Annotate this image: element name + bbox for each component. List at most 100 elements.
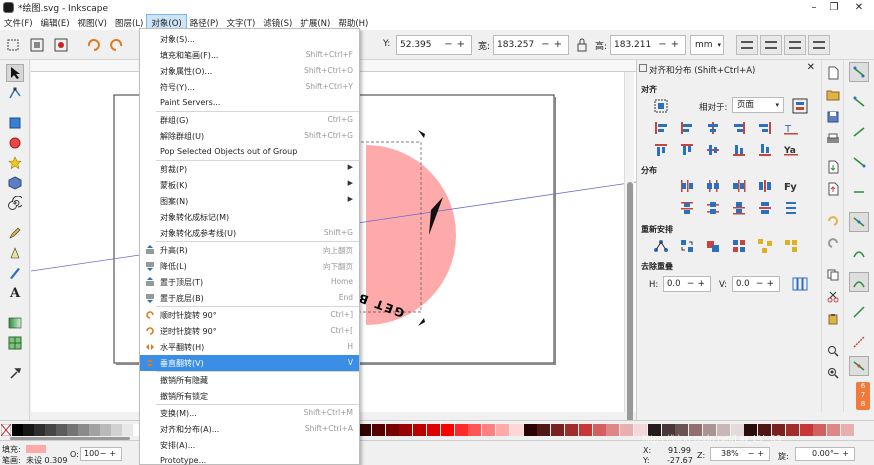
open-document-icon[interactable] bbox=[826, 88, 840, 102]
palette-swatch[interactable] bbox=[482, 424, 496, 436]
menu-view[interactable]: 视图(V) bbox=[74, 15, 111, 30]
redo-icon[interactable] bbox=[826, 236, 840, 250]
object-menu-item[interactable]: 垂直翻转(V) V bbox=[140, 355, 359, 371]
palette-swatch[interactable] bbox=[12, 424, 23, 436]
scale-stroke-button[interactable] bbox=[736, 35, 758, 55]
undo-icon[interactable] bbox=[826, 214, 840, 228]
scale-corners-button[interactable] bbox=[760, 35, 782, 55]
palette-swatch[interactable] bbox=[785, 424, 799, 436]
rearrange-graph-icon[interactable] bbox=[653, 238, 669, 254]
unclump-icon[interactable] bbox=[783, 238, 799, 254]
object-menu-item[interactable]: 顺时针旋转 90° Ctrl+] bbox=[140, 307, 359, 323]
exchange-clockwise-icon[interactable] bbox=[731, 238, 747, 254]
snap-smooth-icon[interactable] bbox=[849, 332, 869, 352]
selector-tool-icon[interactable] bbox=[6, 64, 24, 82]
node-tool-icon[interactable] bbox=[6, 84, 24, 102]
palette-swatch[interactable] bbox=[523, 424, 537, 436]
no-paint-swatch-icon[interactable] bbox=[0, 423, 12, 437]
palette-swatch[interactable] bbox=[67, 424, 78, 436]
unit-select[interactable]: mm ▾ bbox=[690, 35, 724, 55]
palette-swatch[interactable] bbox=[56, 424, 67, 436]
palette-swatch[interactable] bbox=[565, 424, 578, 436]
object-menu-item[interactable]: 变换(M)... Shift+Ctrl+M bbox=[140, 405, 359, 421]
distribute-left-icon[interactable] bbox=[679, 178, 695, 194]
print-icon[interactable] bbox=[826, 132, 840, 146]
distribute-text-v-icon[interactable] bbox=[783, 200, 799, 216]
distribute-bottom-icon[interactable] bbox=[731, 200, 747, 216]
object-menu-item[interactable]: 对象(S)... bbox=[140, 31, 359, 47]
vertical-scrollbar[interactable] bbox=[624, 72, 634, 422]
snap-cusp-icon[interactable] bbox=[849, 302, 869, 322]
snap-midpoint-icon[interactable] bbox=[849, 356, 869, 376]
save-icon[interactable] bbox=[826, 110, 840, 124]
align-bottom-to-top-icon[interactable] bbox=[653, 142, 669, 158]
palette-swatch[interactable] bbox=[78, 424, 89, 436]
fill-swatch[interactable] bbox=[26, 445, 46, 453]
object-menu-item[interactable]: 逆时针旋转 90° Ctrl+[ bbox=[140, 323, 359, 339]
object-menu-item[interactable]: 升高(R) 向上翻页 bbox=[140, 242, 359, 258]
palette-swatch[interactable] bbox=[399, 424, 413, 436]
snap-intersection-icon[interactable] bbox=[849, 272, 869, 292]
object-menu-item[interactable]: 群组(G) Ctrl+G bbox=[140, 112, 359, 128]
palette-swatch[interactable] bbox=[413, 424, 427, 436]
align-baseline-icon[interactable]: Ya bbox=[783, 142, 799, 158]
object-menu-item[interactable]: 安排(A)... bbox=[140, 437, 359, 453]
snap-bbox-edge-icon[interactable] bbox=[849, 122, 869, 142]
snap-nodes-icon[interactable] bbox=[849, 212, 869, 232]
palette-swatch[interactable] bbox=[468, 424, 482, 436]
object-menu-item[interactable]: 蒙板(K) ▶ bbox=[140, 177, 359, 193]
close-button[interactable]: ✕ bbox=[839, 0, 874, 15]
dropper-tool-icon[interactable] bbox=[6, 364, 24, 382]
snap-path-icon[interactable] bbox=[849, 242, 869, 262]
deselect-icon[interactable] bbox=[52, 36, 70, 54]
distribute-gaps-h-icon[interactable] bbox=[757, 178, 773, 194]
object-menu-item[interactable]: 对齐和分布(A)... Shift+Ctrl+A bbox=[140, 421, 359, 437]
panel-close-icon[interactable]: ✕ bbox=[807, 62, 815, 73]
object-menu-item[interactable]: 置于底层(B) End bbox=[140, 290, 359, 306]
object-menu-item[interactable]: 解除群组(U) Shift+Ctrl+G bbox=[140, 128, 359, 144]
palette-swatch[interactable] bbox=[606, 424, 620, 436]
palette-swatch[interactable] bbox=[23, 424, 34, 436]
h-gap-input[interactable]: 0.0 −+ bbox=[663, 276, 711, 292]
new-document-icon[interactable] bbox=[826, 66, 840, 80]
spiral-tool-icon[interactable] bbox=[6, 194, 24, 212]
align-center-v-icon[interactable] bbox=[705, 142, 721, 158]
pencil-tool-icon[interactable] bbox=[6, 224, 24, 242]
object-menu-item[interactable]: 对象转化成参考线(U) Shift+G bbox=[140, 225, 359, 241]
palette-swatch[interactable] bbox=[440, 424, 454, 436]
object-menu-item[interactable]: 水平翻转(H) H bbox=[140, 339, 359, 355]
object-menu-item[interactable]: 降低(L) 向下翻页 bbox=[140, 258, 359, 274]
palette-swatch[interactable] bbox=[496, 424, 509, 436]
distribute-right-icon[interactable] bbox=[731, 178, 747, 194]
opacity-input[interactable]: 100 −+ bbox=[80, 447, 122, 461]
align-top-to-bottom-icon[interactable] bbox=[757, 142, 773, 158]
rotation-stepper-icon[interactable]: −+ bbox=[833, 448, 852, 460]
rectangle-tool-icon[interactable] bbox=[6, 114, 24, 132]
palette-swatch[interactable] bbox=[371, 424, 385, 436]
palette-swatch[interactable] bbox=[427, 424, 440, 436]
object-menu-item[interactable]: Paint Servers... bbox=[140, 95, 359, 111]
distribute-top-icon[interactable] bbox=[679, 200, 695, 216]
distribute-gaps-v-icon[interactable] bbox=[757, 200, 773, 216]
align-top-icon[interactable] bbox=[679, 142, 695, 158]
object-menu-item[interactable]: 对象转化成标记(M) bbox=[140, 209, 359, 225]
gradient-tool-icon[interactable] bbox=[6, 314, 24, 332]
object-menu-item[interactable]: 符号(Y)... Shift+Ctrl+Y bbox=[140, 79, 359, 95]
object-menu-item[interactable]: Pop Selected Objects out of Group bbox=[140, 144, 359, 160]
palette-swatch[interactable] bbox=[122, 424, 133, 436]
distribute-center-h-icon[interactable] bbox=[705, 178, 721, 194]
align-bottom-icon[interactable] bbox=[731, 142, 747, 158]
paste-icon[interactable] bbox=[826, 312, 840, 326]
palette-swatch[interactable] bbox=[841, 424, 854, 436]
palette-swatch[interactable] bbox=[111, 424, 122, 436]
palette-swatch[interactable] bbox=[509, 424, 523, 436]
y-input[interactable]: 52.395 −+ bbox=[396, 35, 472, 55]
snap-bbox-midpoint-icon[interactable] bbox=[849, 182, 869, 202]
zoom-selection-icon[interactable] bbox=[826, 344, 840, 358]
align-center-h-icon[interactable] bbox=[705, 120, 721, 136]
palette-swatch[interactable] bbox=[100, 424, 111, 436]
width-input[interactable]: 183.257 −+ bbox=[493, 35, 569, 55]
palette-swatch[interactable] bbox=[34, 424, 45, 436]
palette-swatch[interactable] bbox=[620, 424, 634, 436]
width-stepper-icon[interactable]: −+ bbox=[541, 36, 566, 54]
